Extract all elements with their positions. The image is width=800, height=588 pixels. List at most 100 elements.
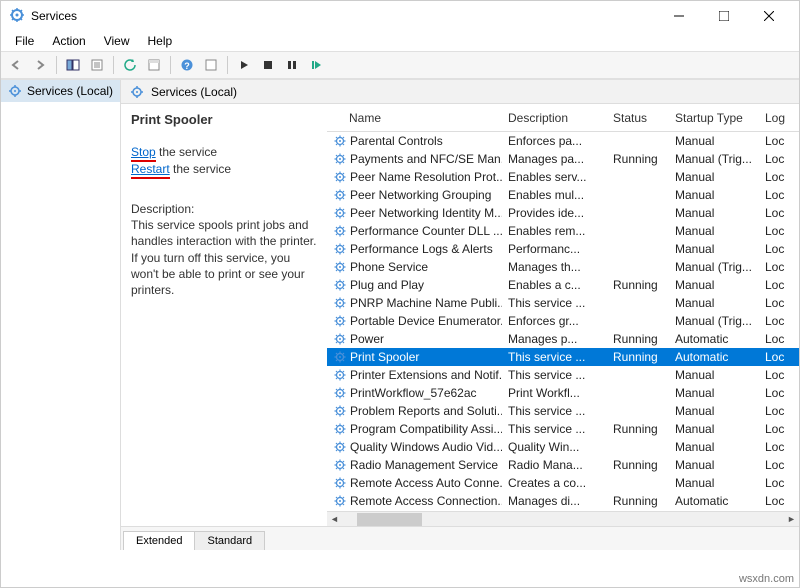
cell-description: This service ... bbox=[502, 350, 607, 364]
pause-service-button[interactable] bbox=[281, 54, 303, 76]
cell-startup: Automatic bbox=[669, 494, 759, 508]
maximize-button[interactable] bbox=[701, 2, 746, 30]
tree-item-services-local[interactable]: Services (Local) bbox=[1, 80, 120, 102]
stop-service-link[interactable]: Stop bbox=[131, 145, 156, 162]
cell-description: Provides ide... bbox=[502, 206, 607, 220]
table-row[interactable]: Phone ServiceManages th...Manual (Trig..… bbox=[327, 258, 799, 276]
watermark: wsxdn.com bbox=[739, 573, 794, 585]
service-icon bbox=[333, 404, 347, 418]
export-button[interactable] bbox=[86, 54, 108, 76]
scroll-thumb[interactable] bbox=[357, 513, 422, 526]
menu-file[interactable]: File bbox=[7, 32, 42, 50]
table-row[interactable]: Quality Windows Audio Vid...Quality Win.… bbox=[327, 438, 799, 456]
detail-service-name: Print Spooler bbox=[131, 112, 317, 127]
back-button[interactable] bbox=[5, 54, 27, 76]
col-header-status[interactable]: Status bbox=[607, 111, 669, 125]
table-row[interactable]: Remote Access Auto Conne...Creates a co.… bbox=[327, 474, 799, 492]
show-hide-tree-button[interactable] bbox=[62, 54, 84, 76]
table-row[interactable]: PowerManages p...RunningAutomaticLoc bbox=[327, 330, 799, 348]
col-header-logon[interactable]: Log bbox=[759, 111, 799, 125]
start-service-button[interactable] bbox=[233, 54, 255, 76]
table-row[interactable]: Performance Logs & AlertsPerformanc...Ma… bbox=[327, 240, 799, 258]
cell-name: Peer Networking Identity M... bbox=[350, 206, 502, 220]
gear-icon bbox=[7, 83, 23, 99]
cell-description: This service ... bbox=[502, 422, 607, 436]
service-icon bbox=[333, 494, 347, 508]
cell-description: Quality Win... bbox=[502, 440, 607, 454]
table-row[interactable]: Peer Networking GroupingEnables mul...Ma… bbox=[327, 186, 799, 204]
forward-button[interactable] bbox=[29, 54, 51, 76]
col-header-startup[interactable]: Startup Type bbox=[669, 111, 759, 125]
service-icon bbox=[333, 296, 347, 310]
menu-view[interactable]: View bbox=[96, 32, 138, 50]
scroll-right-arrow[interactable]: ► bbox=[784, 512, 799, 527]
cell-status: Running bbox=[607, 350, 669, 364]
cell-name: Peer Networking Grouping bbox=[350, 188, 491, 202]
service-icon bbox=[333, 278, 347, 292]
service-icon bbox=[333, 386, 347, 400]
stop-service-button[interactable] bbox=[257, 54, 279, 76]
tree-item-label: Services (Local) bbox=[27, 84, 113, 98]
tab-standard[interactable]: Standard bbox=[194, 531, 265, 550]
table-row[interactable]: PNRP Machine Name Publi...This service .… bbox=[327, 294, 799, 312]
cell-logon: Loc bbox=[759, 386, 799, 400]
properties-button[interactable] bbox=[143, 54, 165, 76]
table-row[interactable]: Remote Access Connection...Manages di...… bbox=[327, 492, 799, 510]
table-row[interactable]: Printer Extensions and Notif...This serv… bbox=[327, 366, 799, 384]
toolbar-separator bbox=[227, 56, 228, 74]
tree-pane[interactable]: Services (Local) bbox=[1, 80, 121, 550]
menubar: File Action View Help bbox=[1, 31, 799, 51]
cell-logon: Loc bbox=[759, 404, 799, 418]
service-icon bbox=[333, 224, 347, 238]
scroll-left-arrow[interactable]: ◄ bbox=[327, 512, 342, 527]
cell-name: Plug and Play bbox=[350, 278, 424, 292]
close-button[interactable] bbox=[746, 2, 791, 30]
tab-extended[interactable]: Extended bbox=[123, 531, 195, 550]
service-icon bbox=[333, 422, 347, 436]
menu-action[interactable]: Action bbox=[44, 32, 93, 50]
table-row[interactable]: Parental ControlsEnforces pa...ManualLoc bbox=[327, 132, 799, 150]
table-row[interactable]: Payments and NFC/SE Man...Manages pa...R… bbox=[327, 150, 799, 168]
svg-text:?: ? bbox=[184, 61, 190, 71]
cell-status: Running bbox=[607, 458, 669, 472]
cell-startup: Manual bbox=[669, 134, 759, 148]
cell-name: Program Compatibility Assi... bbox=[350, 422, 502, 436]
toolbar: ? bbox=[1, 51, 799, 79]
action-button[interactable] bbox=[200, 54, 222, 76]
table-row[interactable]: Performance Counter DLL ...Enables rem..… bbox=[327, 222, 799, 240]
right-pane-title: Services (Local) bbox=[151, 85, 237, 99]
table-row[interactable]: Peer Name Resolution Prot...Enables serv… bbox=[327, 168, 799, 186]
cell-startup: Manual bbox=[669, 170, 759, 184]
table-row[interactable]: Portable Device Enumerator...Enforces gr… bbox=[327, 312, 799, 330]
cell-name: Remote Access Auto Conne... bbox=[350, 476, 502, 490]
table-row[interactable]: Print SpoolerThis service ...RunningAuto… bbox=[327, 348, 799, 366]
detail-description: Description: This service spools print j… bbox=[131, 201, 317, 298]
cell-startup: Manual (Trig... bbox=[669, 314, 759, 328]
table-row[interactable]: Radio Management ServiceRadio Mana...Run… bbox=[327, 456, 799, 474]
menu-help[interactable]: Help bbox=[140, 32, 181, 50]
minimize-button[interactable] bbox=[656, 2, 701, 30]
col-header-name[interactable]: Name bbox=[327, 111, 502, 125]
table-row[interactable]: Peer Networking Identity M...Provides id… bbox=[327, 204, 799, 222]
table-body[interactable]: Parental ControlsEnforces pa...ManualLoc… bbox=[327, 132, 799, 511]
help-button[interactable]: ? bbox=[176, 54, 198, 76]
restart-service-link[interactable]: Restart bbox=[131, 162, 170, 179]
table-row[interactable]: Problem Reports and Soluti...This servic… bbox=[327, 402, 799, 420]
window-controls bbox=[656, 2, 791, 30]
col-header-description[interactable]: Description bbox=[502, 111, 607, 125]
table-row[interactable]: PrintWorkflow_57e62acPrint Workfl...Manu… bbox=[327, 384, 799, 402]
horizontal-scrollbar[interactable]: ◄ ► bbox=[327, 511, 799, 526]
restart-service-button[interactable] bbox=[305, 54, 327, 76]
detail-pane: Print Spooler Stop the service Restart t… bbox=[121, 104, 327, 526]
restart-service-line: Restart the service bbox=[131, 162, 317, 179]
cell-description: This service ... bbox=[502, 368, 607, 382]
table-header: Name Description Status Startup Type Log bbox=[327, 104, 799, 132]
cell-name: Payments and NFC/SE Man... bbox=[350, 152, 502, 166]
cell-status: Running bbox=[607, 332, 669, 346]
cell-description: Enables rem... bbox=[502, 224, 607, 238]
refresh-button[interactable] bbox=[119, 54, 141, 76]
cell-name: Performance Counter DLL ... bbox=[350, 224, 502, 238]
services-table: Name Description Status Startup Type Log… bbox=[327, 104, 799, 526]
table-row[interactable]: Program Compatibility Assi...This servic… bbox=[327, 420, 799, 438]
table-row[interactable]: Plug and PlayEnables a c...RunningManual… bbox=[327, 276, 799, 294]
